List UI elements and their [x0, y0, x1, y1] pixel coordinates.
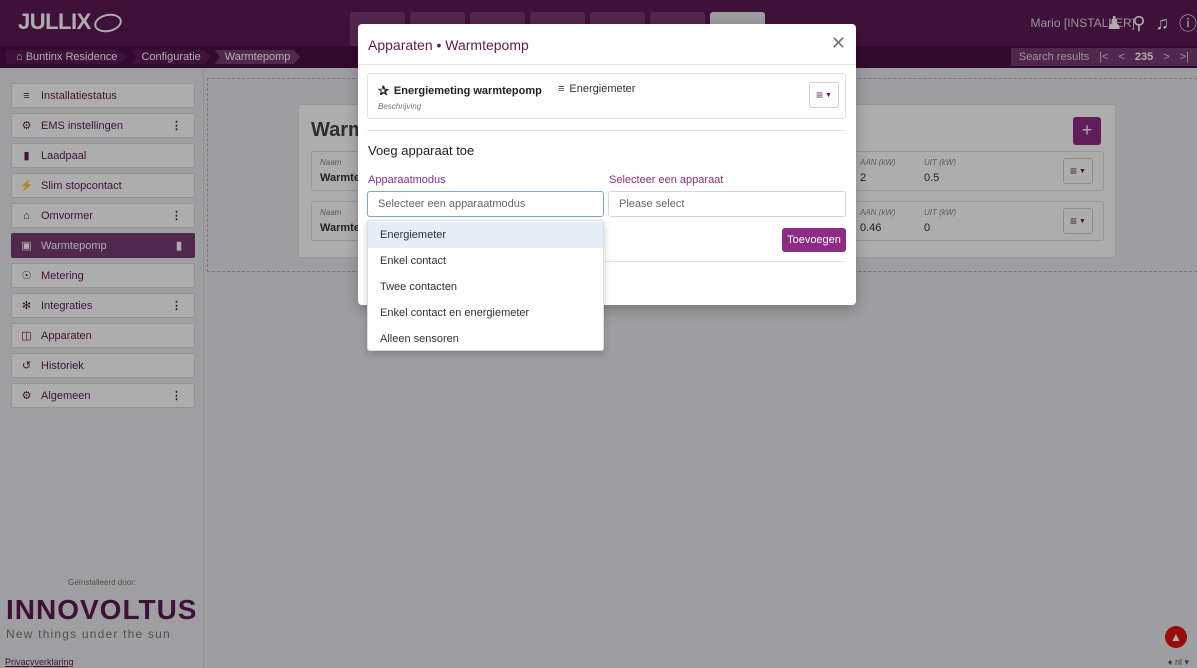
- mode-option[interactable]: Energiemeter: [368, 222, 603, 248]
- modal-title: Apparaten • Warmtepomp: [368, 37, 529, 53]
- close-icon[interactable]: ✕: [831, 33, 846, 54]
- sliders-icon: ≡: [558, 83, 565, 95]
- device-item-description: Beschrijving: [378, 102, 422, 111]
- mode-dropdown-list: Energiemeter Enkel contact Twee contacte…: [367, 220, 604, 351]
- mode-option[interactable]: Alleen sensoren: [368, 326, 603, 352]
- mode-select[interactable]: Selecteer een apparaatmodus: [367, 191, 604, 217]
- divider: [358, 64, 856, 65]
- mode-option[interactable]: Enkel contact en energiemeter: [368, 300, 603, 326]
- device-select[interactable]: Please select: [608, 191, 846, 217]
- energy-swirl-icon: ✰: [378, 83, 389, 98]
- mode-option[interactable]: Enkel contact: [368, 248, 603, 274]
- add-device-section-title: Voeg apparaat toe: [368, 143, 475, 158]
- device-item-name: Energiemeting warmtepomp: [393, 85, 542, 97]
- device-item: ✰ Energiemeting warmtepomp ≡ Energiemeter …: [367, 73, 846, 119]
- caret-down-icon: ▼: [825, 91, 832, 99]
- mode-label: Apparaatmodus: [368, 174, 446, 186]
- mode-option[interactable]: Twee contacten: [368, 274, 603, 300]
- device-item-menu-button[interactable]: ≡ ▼: [809, 82, 839, 108]
- menu-icon: ≡: [816, 88, 824, 102]
- add-button[interactable]: Toevoegen: [782, 228, 846, 252]
- device-select-label: Selecteer een apparaat: [609, 174, 724, 186]
- divider: [367, 130, 846, 131]
- device-item-type: Energiemeter: [569, 83, 636, 95]
